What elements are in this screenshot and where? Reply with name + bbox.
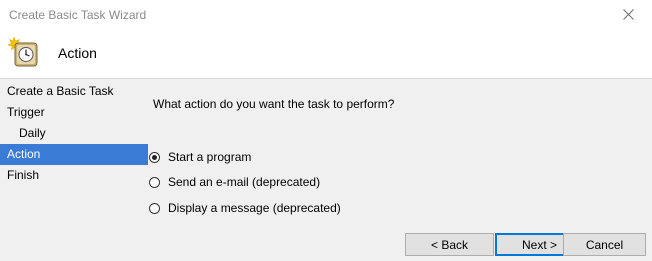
option-label[interactable]: Send an e-mail (deprecated) <box>168 175 320 189</box>
steps-sidebar: Create a Basic Task Trigger Daily Action… <box>0 81 148 186</box>
option-start-program[interactable]: Start a program <box>149 148 251 166</box>
wizard-body: Create a Basic Task Trigger Daily Action… <box>0 78 652 261</box>
radio-send-email[interactable] <box>149 176 160 188</box>
wizard-header: Action <box>0 30 652 78</box>
step-daily[interactable]: Daily <box>0 123 148 144</box>
close-icon <box>623 9 634 20</box>
step-create-basic-task[interactable]: Create a Basic Task <box>0 81 148 102</box>
wizard-window: Create Basic Task Wizard Action Create a… <box>0 0 652 261</box>
option-label[interactable]: Display a message (deprecated) <box>168 201 341 215</box>
title-bar: Create Basic Task Wizard <box>0 0 652 30</box>
option-label[interactable]: Start a program <box>168 150 251 164</box>
option-send-email[interactable]: Send an e-mail (deprecated) <box>149 173 320 191</box>
option-display-message[interactable]: Display a message (deprecated) <box>149 199 341 217</box>
window-title: Create Basic Task Wizard <box>9 8 147 22</box>
step-finish[interactable]: Finish <box>0 165 148 186</box>
close-button[interactable] <box>606 0 652 30</box>
back-button[interactable]: < Back <box>405 233 494 256</box>
radio-start-program[interactable] <box>149 151 160 163</box>
cancel-button[interactable]: Cancel <box>563 233 646 256</box>
action-question: What action do you want the task to perf… <box>153 97 395 111</box>
radio-display-message[interactable] <box>149 202 160 214</box>
step-action[interactable]: Action <box>0 144 148 165</box>
task-scheduler-clock-icon <box>8 37 38 67</box>
step-trigger[interactable]: Trigger <box>0 102 148 123</box>
page-title: Action <box>58 45 97 61</box>
